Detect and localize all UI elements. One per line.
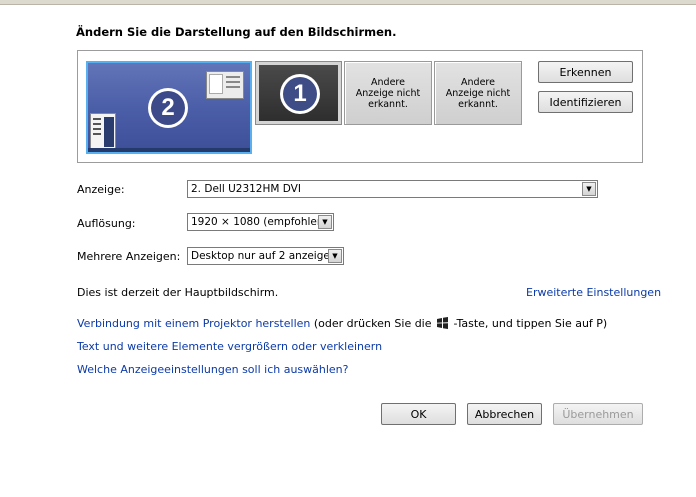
display-label: Anzeige: — [77, 183, 125, 196]
monitor-2-selected[interactable]: 2 — [86, 61, 252, 154]
advanced-settings-link[interactable]: Erweiterte Einstellungen — [526, 286, 661, 299]
window-preview-thumbnail — [206, 71, 244, 99]
chevron-down-icon[interactable]: ▼ — [318, 215, 332, 229]
which-settings-link[interactable]: Welche Anzeigeeinstellungen soll ich aus… — [77, 363, 349, 376]
monitor-arrangement-area[interactable]: 2 1 Andere Anzeige nicht erkannt. Andere… — [77, 50, 643, 163]
monitor-1-number-badge: 1 — [280, 74, 320, 114]
window-top-border — [0, 0, 696, 5]
unrecognized-display-1[interactable]: Andere Anzeige nicht erkannt. — [344, 61, 432, 125]
projector-link[interactable]: Verbindung mit einem Projektor herstelle… — [77, 317, 310, 330]
identify-button[interactable]: Identifizieren — [538, 91, 633, 113]
taskbar-thumbnail — [88, 148, 250, 152]
resolution-select[interactable]: 1920 × 1080 (empfohlen) ▼ — [187, 213, 334, 231]
multiple-displays-label: Mehrere Anzeigen: — [77, 250, 181, 263]
ok-button[interactable]: OK — [381, 403, 456, 425]
monitor-2-number-badge: 2 — [148, 88, 188, 128]
monitor-1[interactable]: 1 — [255, 61, 342, 125]
text-size-link[interactable]: Text und weitere Elemente vergrößern ode… — [77, 340, 382, 353]
apply-button[interactable]: Übernehmen — [553, 403, 643, 425]
main-display-status: Dies ist derzeit der Hauptbildschirm. — [77, 286, 279, 299]
page-title: Ändern Sie die Darstellung auf den Bilds… — [76, 25, 397, 39]
display-select[interactable]: 2. Dell U2312HM DVI ▼ — [187, 180, 598, 198]
cancel-button[interactable]: Abbrechen — [467, 403, 542, 425]
chevron-down-icon[interactable]: ▼ — [582, 182, 596, 196]
detect-button[interactable]: Erkennen — [538, 61, 633, 83]
windows-logo-icon — [436, 317, 449, 329]
multiple-displays-select[interactable]: Desktop nur auf 2 anzeigen ▼ — [187, 247, 344, 265]
projector-line: Verbindung mit einem Projektor herstelle… — [77, 317, 608, 330]
resolution-label: Auflösung: — [77, 217, 136, 230]
unrecognized-display-2[interactable]: Andere Anzeige nicht erkannt. — [434, 61, 522, 125]
start-menu-thumbnail — [90, 113, 116, 149]
chevron-down-icon[interactable]: ▼ — [328, 249, 342, 263]
